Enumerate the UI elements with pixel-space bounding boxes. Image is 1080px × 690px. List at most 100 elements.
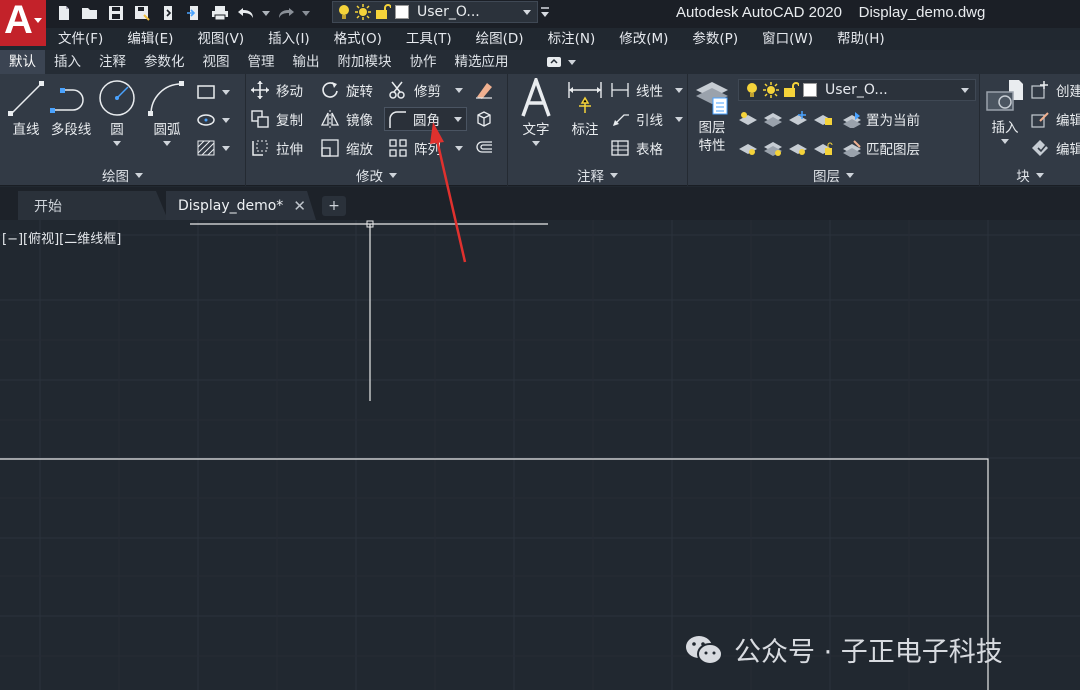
explode-button[interactable] xyxy=(474,107,494,131)
rectangle-button[interactable] xyxy=(196,80,230,104)
leader-label: 引线 xyxy=(636,113,663,129)
table-button[interactable]: 表格 xyxy=(610,136,663,160)
menu-tools[interactable]: 工具(T) xyxy=(394,28,464,50)
insert-block-button[interactable]: 插入 xyxy=(984,78,1026,144)
redo-icon[interactable] xyxy=(276,3,296,23)
rotate-button[interactable]: 旋转 xyxy=(320,78,373,102)
layer-color-swatch xyxy=(803,83,817,97)
chevron-down-icon[interactable] xyxy=(1001,139,1009,144)
mirror-button[interactable]: 镜像 xyxy=(320,107,373,131)
tab-insert[interactable]: 插入 xyxy=(45,50,90,74)
open-folder-icon[interactable] xyxy=(80,3,100,23)
block-panel-title[interactable]: 块 xyxy=(980,164,1080,186)
save-icon[interactable] xyxy=(106,3,126,23)
menu-modify[interactable]: 修改(M) xyxy=(607,28,680,50)
undo-dropdown-icon[interactable] xyxy=(262,3,270,23)
menu-help[interactable]: 帮助(H) xyxy=(825,28,897,50)
open-web-icon[interactable] xyxy=(158,3,178,23)
layer-quick-combo[interactable]: User_O... xyxy=(332,1,538,23)
tab-display-demo[interactable]: Display_demo* ✕ xyxy=(166,191,316,220)
tab-view[interactable]: 视图 xyxy=(194,50,239,74)
line-button[interactable]: 直线 xyxy=(6,78,46,138)
layer-unlock-icon[interactable] xyxy=(813,139,833,157)
ellipse-button[interactable] xyxy=(196,108,230,132)
annotation-panel-title[interactable]: 注释 xyxy=(508,164,687,186)
polyline-button[interactable]: 多段线 xyxy=(48,78,94,138)
menu-draw[interactable]: 绘图(D) xyxy=(464,28,536,50)
leader-button[interactable]: 引线 xyxy=(610,107,683,131)
chevron-down-icon[interactable] xyxy=(113,141,121,146)
fillet-button[interactable]: 圆角 xyxy=(384,107,467,131)
draw-panel-title[interactable]: 绘图 xyxy=(0,164,245,186)
circle-button[interactable]: 圆 xyxy=(96,78,138,146)
set-current-button[interactable]: 置为当前 xyxy=(842,109,920,129)
edit-block-button[interactable]: 编辑 xyxy=(1030,107,1080,131)
layer-dropdown[interactable]: User_O... xyxy=(738,79,976,101)
application-menu-button[interactable]: A xyxy=(0,0,46,46)
dimension-button[interactable]: 标注 xyxy=(564,78,606,138)
undo-icon[interactable] xyxy=(236,3,256,23)
layer-freeze-icon[interactable] xyxy=(788,110,808,128)
layer-thaw-icon[interactable] xyxy=(788,139,808,157)
copy-button[interactable]: 复制 xyxy=(250,107,303,131)
trim-button[interactable]: 修剪 xyxy=(388,78,463,102)
tab-home[interactable]: 默认 xyxy=(0,50,45,74)
stretch-button[interactable]: 拉伸 xyxy=(250,136,303,160)
text-button[interactable]: 文字 xyxy=(516,78,556,146)
save-web-icon[interactable] xyxy=(184,3,204,23)
tab-addins[interactable]: 附加模块 xyxy=(329,50,401,74)
chevron-down-icon[interactable] xyxy=(455,87,463,93)
customize-toolbar-icon[interactable] xyxy=(540,3,550,23)
scale-button[interactable]: 缩放 xyxy=(320,136,373,160)
viewport-controls-label[interactable]: [−][俯视][二维线框] xyxy=(2,228,121,247)
menu-insert[interactable]: 插入(I) xyxy=(256,28,322,50)
modify-panel-title[interactable]: 修改 xyxy=(246,164,507,186)
linear-dimension-button[interactable]: 线性 xyxy=(610,78,683,102)
layers-panel-title[interactable]: 图层 xyxy=(688,164,979,186)
tab-collaborate[interactable]: 协作 xyxy=(401,50,446,74)
layer-on-icon[interactable] xyxy=(738,139,758,157)
menu-file[interactable]: 文件(F) xyxy=(46,28,115,50)
layer-lock-icon[interactable] xyxy=(813,110,833,128)
chevron-down-icon[interactable] xyxy=(455,145,463,151)
save-as-icon[interactable] xyxy=(132,3,152,23)
tab-featured-apps[interactable]: 精选应用 xyxy=(446,50,518,74)
menu-window[interactable]: 窗口(W) xyxy=(750,28,825,50)
erase-button[interactable] xyxy=(474,78,494,102)
layer-unisolate-icon[interactable] xyxy=(763,139,783,157)
tab-parametric[interactable]: 参数化 xyxy=(135,50,194,74)
layer-properties-button[interactable]: 图层 特性 xyxy=(692,78,732,154)
create-block-button[interactable]: 创建 xyxy=(1030,78,1080,102)
close-icon[interactable]: ✕ xyxy=(293,197,306,215)
chevron-down-icon[interactable] xyxy=(532,141,540,146)
layer-tools-row-1: 置为当前 xyxy=(738,107,920,131)
tab-start[interactable]: 开始 xyxy=(18,191,168,220)
menu-dimension[interactable]: 标注(N) xyxy=(536,28,608,50)
tab-annotate[interactable]: 注释 xyxy=(90,50,135,74)
plot-print-icon[interactable] xyxy=(210,3,230,23)
tab-output[interactable]: 输出 xyxy=(284,50,329,74)
hatch-button[interactable] xyxy=(196,136,230,160)
new-tab-button[interactable]: + xyxy=(322,196,346,216)
edit-attributes-button[interactable]: 编辑 xyxy=(1030,136,1080,160)
menu-view[interactable]: 视图(V) xyxy=(185,28,256,50)
arc-button[interactable]: 圆弧 xyxy=(146,78,188,146)
chevron-down-icon[interactable] xyxy=(454,116,462,122)
tab-manage[interactable]: 管理 xyxy=(239,50,284,74)
array-button[interactable]: 阵列 xyxy=(388,136,463,160)
chevron-down-icon[interactable] xyxy=(675,87,683,93)
offset-button[interactable] xyxy=(474,136,494,160)
ribbon-minimize-button[interactable] xyxy=(546,56,576,68)
menu-parametric[interactable]: 参数(P) xyxy=(680,28,750,50)
layer-off-icon[interactable] xyxy=(738,110,758,128)
new-file-icon[interactable] xyxy=(54,3,74,23)
redo-dropdown-icon[interactable] xyxy=(302,3,310,23)
match-layer-button[interactable]: 匹配图层 xyxy=(842,138,920,158)
chevron-down-icon[interactable] xyxy=(163,141,171,146)
menu-format[interactable]: 格式(O) xyxy=(322,28,394,50)
layer-isolate-icon[interactable] xyxy=(763,110,783,128)
menu-edit[interactable]: 编辑(E) xyxy=(115,28,185,50)
drawing-canvas[interactable]: [−][俯视][二维线框] 公众号 · 子正电子科技 xyxy=(0,220,1080,690)
chevron-down-icon[interactable] xyxy=(675,116,683,122)
move-button[interactable]: 移动 xyxy=(250,78,303,102)
